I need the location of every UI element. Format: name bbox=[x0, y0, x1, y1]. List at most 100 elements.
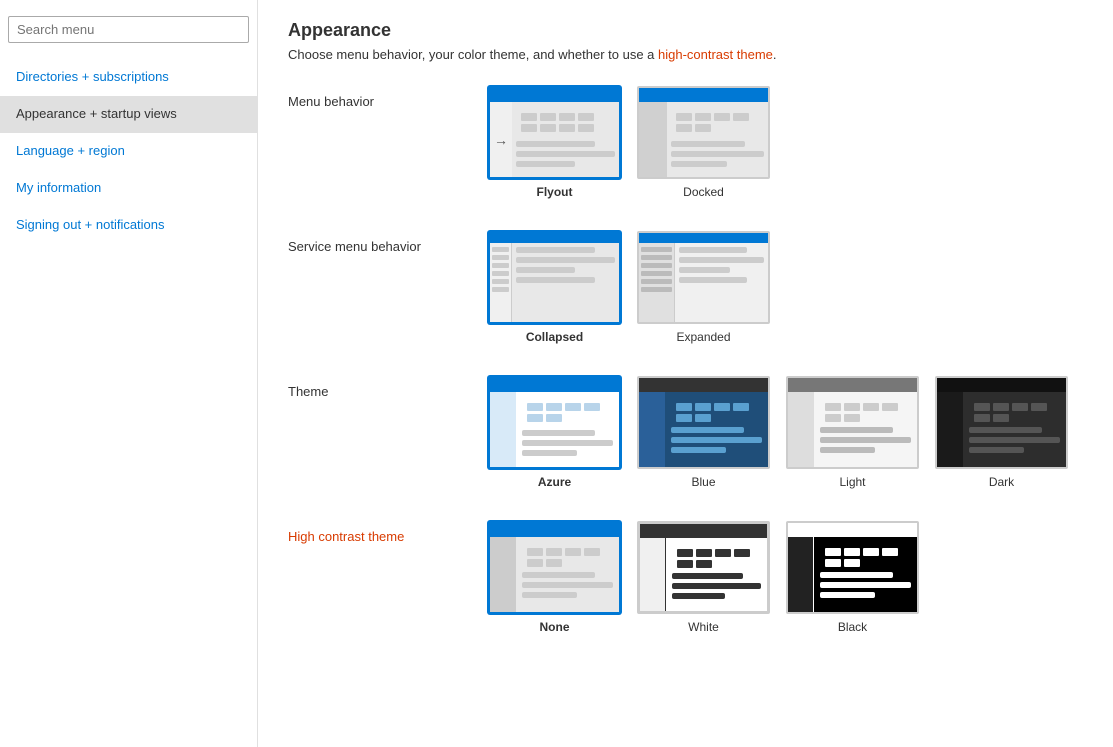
el2 bbox=[679, 257, 764, 263]
collapsed-main bbox=[512, 243, 619, 322]
gc bbox=[974, 414, 990, 422]
blue-card[interactable]: Blue bbox=[637, 376, 770, 489]
gc bbox=[677, 560, 693, 568]
gc bbox=[584, 548, 600, 556]
bkl3 bbox=[820, 592, 875, 598]
sidebar-item-myinfo[interactable]: My information bbox=[0, 170, 257, 207]
cl1 bbox=[516, 247, 595, 253]
menu-behavior-label: Menu behavior bbox=[288, 86, 488, 109]
collapsed-card[interactable]: Collapsed bbox=[488, 231, 621, 344]
blue-grid bbox=[671, 398, 762, 427]
gc bbox=[863, 403, 879, 411]
black-card[interactable]: Black bbox=[786, 521, 919, 634]
none-card[interactable]: None bbox=[488, 521, 621, 634]
sl bbox=[492, 263, 509, 268]
docked-card[interactable]: Docked bbox=[637, 86, 770, 199]
theme-label: Theme bbox=[288, 376, 488, 399]
expanded-topbar bbox=[639, 233, 768, 243]
gc bbox=[527, 414, 543, 422]
sidebar-item-language[interactable]: Language + region bbox=[0, 133, 257, 170]
sl bbox=[641, 271, 672, 276]
azure-card[interactable]: Azure bbox=[488, 376, 621, 489]
gc bbox=[578, 124, 594, 132]
flyout-illustration: → bbox=[490, 88, 619, 177]
gc bbox=[677, 549, 693, 557]
flyout-line1 bbox=[516, 141, 595, 147]
dark-topbar bbox=[937, 378, 1066, 392]
gc bbox=[565, 548, 581, 556]
none-illustration bbox=[490, 523, 619, 612]
flyout-topbar bbox=[490, 88, 619, 102]
nl2 bbox=[522, 582, 613, 588]
main-content: Appearance Choose menu behavior, your co… bbox=[258, 0, 1113, 747]
gc bbox=[733, 113, 749, 121]
nl1 bbox=[522, 572, 595, 578]
gc bbox=[546, 548, 562, 556]
theme-section: Theme bbox=[288, 376, 1083, 489]
sl bbox=[492, 287, 509, 292]
service-menu-options: Collapsed bbox=[488, 231, 770, 344]
expanded-sidebar bbox=[639, 243, 675, 322]
white-card[interactable]: White bbox=[637, 521, 770, 634]
dark-body bbox=[937, 392, 1066, 467]
flyout-right bbox=[512, 102, 619, 177]
docked-body bbox=[639, 102, 768, 177]
gc bbox=[696, 549, 712, 557]
gc bbox=[714, 403, 730, 411]
high-contrast-link[interactable]: high-contrast theme bbox=[658, 47, 773, 62]
expanded-card[interactable]: Expanded bbox=[637, 231, 770, 344]
white-illustration bbox=[639, 523, 768, 612]
collapsed-sidebar bbox=[490, 243, 512, 322]
gc bbox=[734, 549, 750, 557]
flyout-card[interactable]: → bbox=[488, 86, 621, 199]
menu-behavior-options: → bbox=[488, 86, 770, 199]
gc bbox=[733, 403, 749, 411]
docked-illustration bbox=[639, 88, 768, 177]
gc bbox=[676, 414, 692, 422]
blue-label: Blue bbox=[691, 475, 715, 489]
none-leftnav bbox=[490, 537, 516, 612]
gc bbox=[825, 548, 841, 556]
bl3 bbox=[671, 447, 726, 453]
none-body bbox=[490, 537, 619, 612]
azure-right bbox=[516, 392, 619, 467]
gc bbox=[578, 113, 594, 121]
gc bbox=[521, 113, 537, 121]
service-menu-label: Service menu behavior bbox=[288, 231, 488, 254]
ll3 bbox=[820, 447, 875, 453]
flyout-line3 bbox=[516, 161, 575, 167]
white-right bbox=[666, 538, 767, 611]
black-label: Black bbox=[838, 620, 867, 634]
page-subtitle: Choose menu behavior, your color theme, … bbox=[288, 47, 1083, 62]
gc bbox=[695, 124, 711, 132]
gc bbox=[844, 559, 860, 567]
service-menu-section: Service menu behavior bbox=[288, 231, 1083, 344]
search-input[interactable] bbox=[8, 16, 249, 43]
gc bbox=[844, 403, 860, 411]
gc bbox=[715, 549, 731, 557]
sl bbox=[641, 255, 672, 260]
ll1 bbox=[820, 427, 893, 433]
dark-leftnav bbox=[937, 392, 963, 467]
dark-card[interactable]: Dark bbox=[935, 376, 1068, 489]
sl bbox=[492, 255, 509, 260]
flyout-content: → bbox=[490, 102, 619, 177]
dl3 bbox=[969, 447, 1024, 453]
sl bbox=[492, 247, 509, 252]
gc bbox=[844, 548, 860, 556]
light-card[interactable]: Light bbox=[786, 376, 919, 489]
sidebar-item-appearance[interactable]: Appearance + startup views bbox=[0, 96, 257, 133]
gc bbox=[559, 113, 575, 121]
sidebar-item-signout[interactable]: Signing out + notifications bbox=[0, 207, 257, 244]
black-illustration bbox=[788, 523, 917, 612]
white-leftnav bbox=[640, 538, 666, 611]
al1 bbox=[522, 430, 595, 436]
collapsed-topbar bbox=[490, 233, 619, 243]
gc bbox=[863, 548, 879, 556]
sidebar-item-directories[interactable]: Directories + subscriptions bbox=[0, 59, 257, 96]
gc bbox=[521, 124, 537, 132]
expanded-main bbox=[675, 243, 768, 322]
gc bbox=[546, 403, 562, 411]
menu-behavior-section: Menu behavior → bbox=[288, 86, 1083, 199]
bkl2 bbox=[820, 582, 911, 588]
